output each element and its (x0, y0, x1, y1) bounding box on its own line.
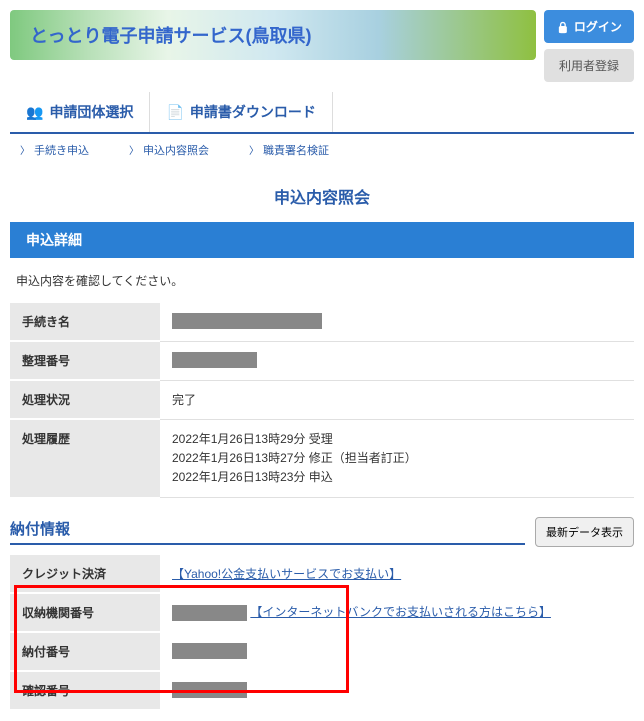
section-payment-header: 納付情報 (10, 518, 525, 545)
value-confirm-number (160, 671, 634, 710)
table-row: 納付番号 (10, 632, 634, 671)
service-banner: とっとり電子申請サービス(鳥取県) (10, 10, 536, 60)
login-button[interactable]: ログイン (544, 10, 634, 43)
redacted-value (172, 313, 322, 329)
tab-label: 申請書ダウンロード (190, 102, 316, 122)
redacted-value (172, 352, 257, 368)
document-icon (166, 104, 183, 121)
login-label: ログイン (574, 18, 622, 35)
breadcrumb: 手続き申込 申込内容照会 職責署名検証 (10, 134, 634, 166)
page-title: 申込内容照会 (10, 184, 634, 208)
tab-download[interactable]: 申請書ダウンロード (150, 92, 332, 132)
breadcrumb-apply[interactable]: 手続き申込 (20, 142, 89, 158)
tab-label: 申請団体選択 (49, 102, 133, 122)
label-ref-number: 整理番号 (10, 341, 160, 380)
table-row: 手続き名 (10, 303, 634, 341)
value-procedure-name (160, 303, 634, 341)
section-detail-header: 申込詳細 (10, 222, 634, 258)
lock-icon (556, 20, 570, 34)
label-agency-number: 収納機関番号 (10, 593, 160, 632)
label-credit: クレジット決済 (10, 555, 160, 593)
value-status: 完了 (160, 380, 634, 419)
table-row: 収納機関番号 【インターネットバンクでお支払いされる方はこちら】 (10, 593, 634, 632)
redacted-value (172, 605, 247, 621)
table-row: 確認番号 (10, 671, 634, 710)
yahoo-payment-link[interactable]: 【Yahoo!公金支払いサービスでお支払い】 (172, 567, 401, 581)
breadcrumb-signature[interactable]: 職責署名検証 (249, 142, 329, 158)
internet-bank-link[interactable]: 【インターネットバンクでお支払いされる方はこちら】 (250, 605, 551, 619)
payment-table: クレジット決済 【Yahoo!公金支払いサービスでお支払い】 収納機関番号 【イ… (10, 555, 634, 711)
table-row: 処理状況 完了 (10, 380, 634, 419)
label-procedure-name: 手続き名 (10, 303, 160, 341)
detail-table: 手続き名 整理番号 処理状況 完了 処理履歴 2022年1月26日13時29分 … (10, 303, 634, 499)
history-entry: 2022年1月26日13時27分 修正（担当者訂正） (172, 449, 622, 468)
label-status: 処理状況 (10, 380, 160, 419)
tab-org-select[interactable]: 申請団体選択 (10, 92, 150, 132)
breadcrumb-inquiry[interactable]: 申込内容照会 (129, 142, 209, 158)
label-confirm-number: 確認番号 (10, 671, 160, 710)
service-title: とっとり電子申請サービス(鳥取県) (30, 22, 516, 48)
register-button[interactable]: 利用者登録 (544, 49, 634, 82)
refresh-button[interactable]: 最新データ表示 (535, 517, 634, 547)
people-icon (26, 104, 43, 121)
table-row: クレジット決済 【Yahoo!公金支払いサービスでお支払い】 (10, 555, 634, 593)
label-payment-number: 納付番号 (10, 632, 160, 671)
value-credit: 【Yahoo!公金支払いサービスでお支払い】 (160, 555, 634, 593)
value-payment-number (160, 632, 634, 671)
history-entry: 2022年1月26日13時23分 申込 (172, 468, 622, 487)
value-ref-number (160, 341, 634, 380)
instruction-text: 申込内容を確認してください。 (10, 258, 634, 303)
nav-tabs: 申請団体選択 申請書ダウンロード (10, 92, 634, 134)
table-row: 整理番号 (10, 341, 634, 380)
redacted-value (172, 643, 247, 659)
table-row: 処理履歴 2022年1月26日13時29分 受理 2022年1月26日13時27… (10, 419, 634, 498)
value-agency-number: 【インターネットバンクでお支払いされる方はこちら】 (160, 593, 634, 632)
redacted-value (172, 682, 247, 698)
history-entry: 2022年1月26日13時29分 受理 (172, 430, 622, 449)
label-history: 処理履歴 (10, 419, 160, 498)
value-history: 2022年1月26日13時29分 受理 2022年1月26日13時27分 修正（… (160, 419, 634, 498)
